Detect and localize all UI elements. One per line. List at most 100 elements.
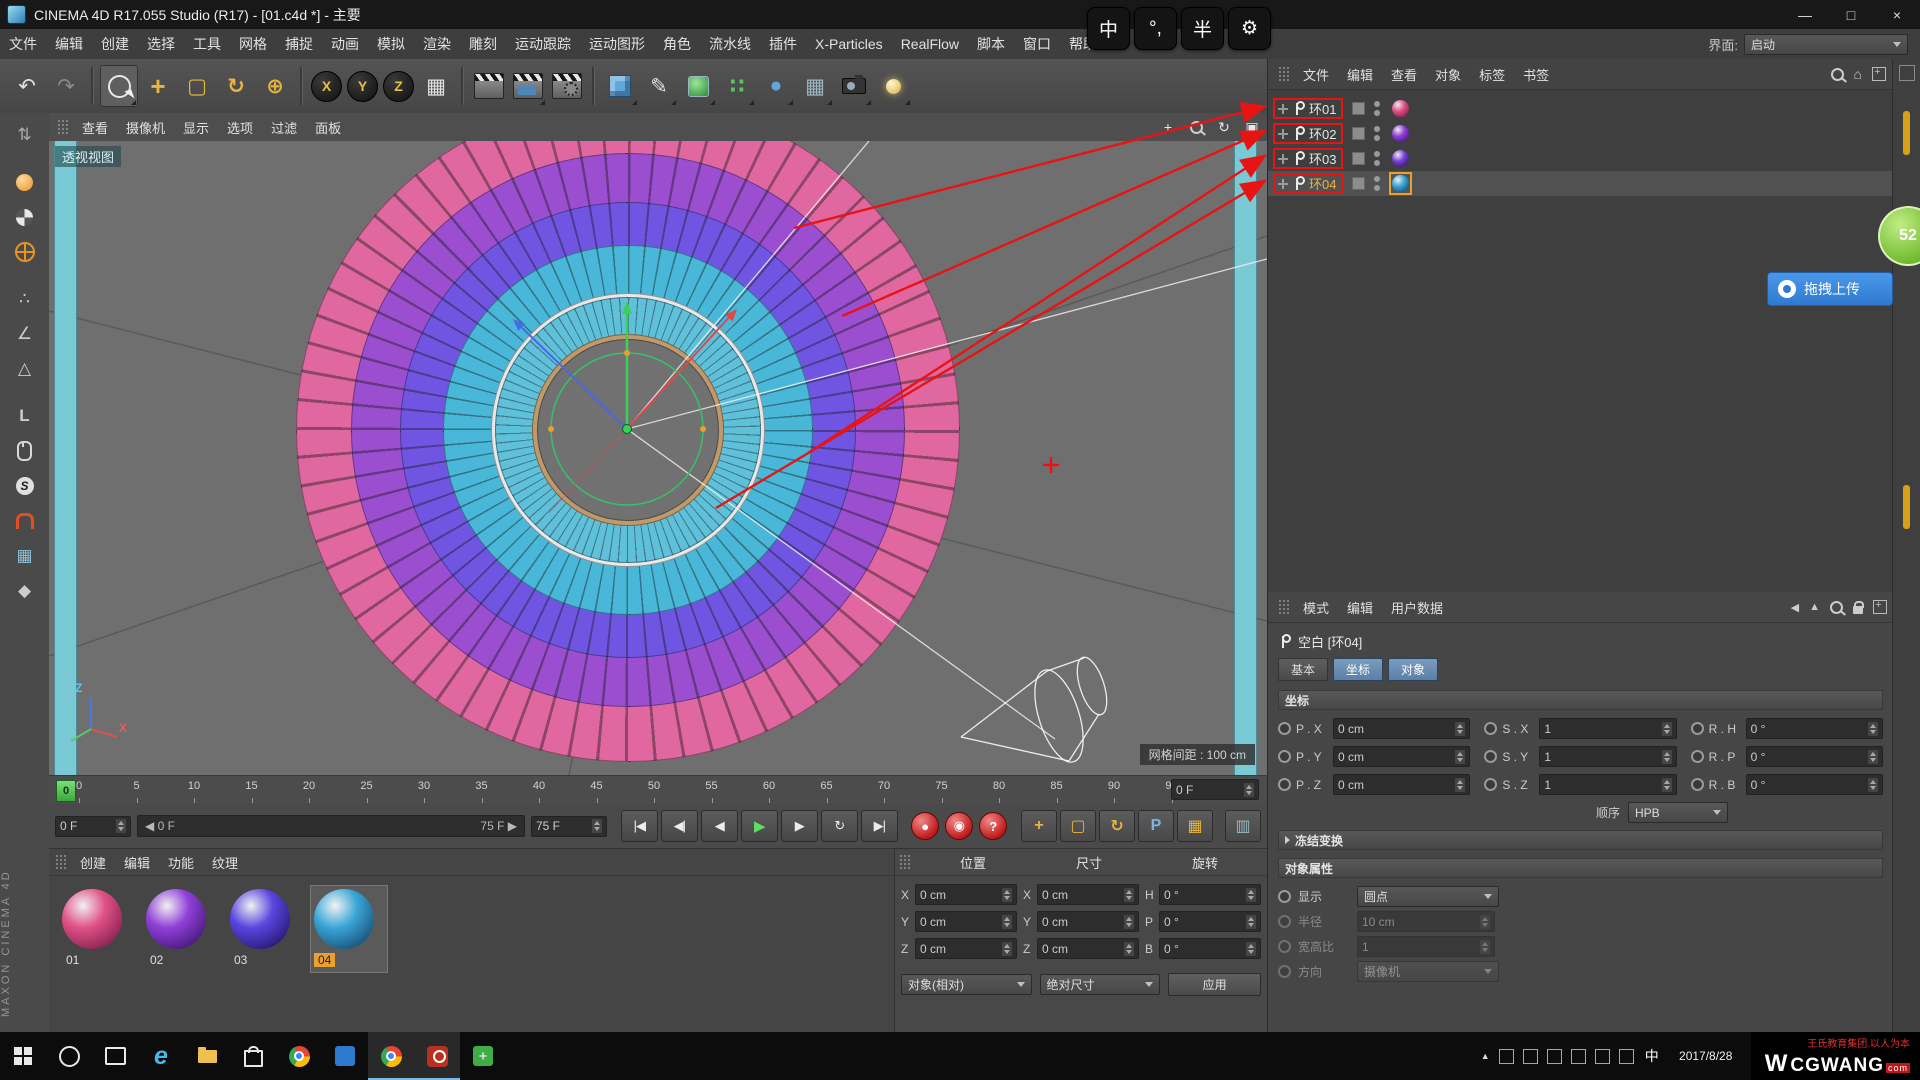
attr-coord-field[interactable]: S . X1 [1484, 718, 1676, 739]
menu-item[interactable]: RealFlow [892, 36, 968, 52]
anim-dot[interactable] [1278, 915, 1291, 928]
panel-grip[interactable] [57, 119, 69, 135]
coord-field[interactable]: Z0 cm [901, 938, 1017, 959]
object-props-header[interactable]: 对象属性 [1278, 858, 1883, 878]
attr-coord-field[interactable]: R . H0 ° [1691, 718, 1883, 739]
coord-mode-select[interactable]: 对象(相对) [901, 974, 1032, 995]
camera-icon[interactable] [835, 65, 873, 107]
coord-field[interactable]: X0 cm [901, 884, 1017, 905]
uv-mode-icon[interactable] [7, 236, 43, 268]
add-primitive-icon[interactable] [601, 65, 639, 107]
playback-button[interactable]: |◀ [621, 810, 658, 842]
time-marker[interactable]: 0 [56, 780, 76, 802]
playback-button[interactable]: ◀ [701, 810, 738, 842]
material-tag[interactable] [1391, 99, 1410, 118]
search-icon[interactable] [1831, 68, 1844, 81]
menu-item[interactable]: 网格 [230, 36, 276, 52]
viewport-filter-icon[interactable] [7, 435, 43, 467]
record-button[interactable]: ? [979, 812, 1007, 840]
menu-item[interactable]: 创建 [92, 36, 138, 52]
coordinate-system-icon[interactable]: ▦ [417, 65, 455, 107]
coord-field[interactable]: X0 cm [1023, 884, 1139, 905]
viewport-menu-item[interactable]: 面板 [306, 121, 350, 136]
material-sphere[interactable] [230, 889, 290, 949]
viewport-menu-item[interactable]: 显示 [174, 121, 218, 136]
menu-item[interactable]: 角色 [654, 36, 700, 52]
material-sphere[interactable] [146, 889, 206, 949]
subdivision-surface-icon[interactable] [679, 65, 717, 107]
object-menu-item[interactable]: 文件 [1294, 68, 1338, 83]
drag-handle-icon[interactable] [1278, 129, 1288, 139]
object-menu-item[interactable]: 编辑 [1338, 68, 1382, 83]
object-row[interactable]: 环04 [1268, 171, 1892, 196]
attr-coord-field[interactable]: R . B0 ° [1691, 774, 1883, 795]
drag-handle-icon[interactable] [1278, 104, 1288, 114]
quantize-icon[interactable]: ◆ [7, 575, 43, 607]
add-panel-icon[interactable] [1873, 600, 1887, 614]
object-menu-item[interactable]: 书签 [1514, 68, 1558, 83]
lock-y-axis-icon[interactable]: Y [347, 71, 378, 102]
coord-field[interactable]: H0 ° [1145, 884, 1261, 905]
language-indicator[interactable]: 中 [1643, 1046, 1661, 1066]
cinema4d-taskbar-icon[interactable] [414, 1032, 460, 1080]
chrome-icon[interactable] [276, 1032, 322, 1080]
live-selection-icon[interactable] [100, 65, 138, 107]
layout-tab[interactable] [1903, 485, 1910, 529]
visibility-toggles[interactable] [1374, 126, 1380, 141]
ime-button[interactable]: 中 [1087, 7, 1130, 50]
viewport-menu-item[interactable]: 选项 [218, 121, 262, 136]
workplane-icon[interactable]: ▦ [7, 540, 43, 572]
clock-date[interactable]: 2017/8/28 [1670, 1049, 1742, 1063]
prop-dropdown[interactable]: 摄像机 [1357, 961, 1499, 982]
drag-handle-icon[interactable] [1278, 154, 1288, 164]
file-explorer-icon[interactable] [184, 1032, 230, 1080]
add-panel-icon[interactable] [1872, 67, 1886, 81]
dock-icon[interactable] [1899, 65, 1915, 81]
render-settings-icon[interactable] [548, 65, 586, 107]
anim-dot[interactable] [1278, 965, 1291, 978]
last-tool-icon[interactable]: ⊕ [256, 65, 294, 107]
attribute-tab[interactable]: 坐标 [1333, 658, 1383, 681]
coord-field[interactable]: P0 ° [1145, 911, 1261, 932]
end-frame-field[interactable]: 75 F [531, 816, 607, 837]
material-tile[interactable]: 03 [227, 886, 303, 972]
panel-grip[interactable] [899, 854, 911, 870]
tray-icon[interactable] [1571, 1049, 1586, 1064]
current-frame-field[interactable]: 0 F [55, 816, 131, 837]
material-tag[interactable] [1391, 149, 1410, 168]
mograph-icon[interactable]: ∷ [718, 65, 756, 107]
material-name[interactable]: 01 [62, 953, 83, 967]
menu-item[interactable]: 运动跟踪 [506, 36, 580, 52]
toggle-view-icon[interactable]: ▣ [1243, 118, 1261, 136]
material-name[interactable]: 04 [314, 953, 335, 967]
anim-dot[interactable] [1278, 940, 1291, 953]
playback-button[interactable]: ◀| [661, 810, 698, 842]
material-menu-item[interactable]: 编辑 [115, 856, 159, 871]
edge-icon[interactable]: e [138, 1032, 184, 1080]
ime-button[interactable]: °, [1134, 7, 1177, 50]
attr-prop-row[interactable]: 宽高比 1 1 [1278, 934, 1883, 959]
material-tile[interactable]: 01 [59, 886, 135, 972]
app-icon-green[interactable]: + [460, 1032, 506, 1080]
coord-section-header[interactable]: 坐标 [1278, 690, 1883, 710]
render-view-icon[interactable] [470, 65, 508, 107]
cortana-button[interactable] [46, 1032, 92, 1080]
lock-z-axis-icon[interactable]: Z [383, 71, 414, 102]
rotate-view-icon[interactable]: ↻ [1215, 118, 1233, 136]
maximize-button[interactable]: □ [1828, 0, 1874, 29]
apply-button[interactable]: 应用 [1168, 973, 1261, 996]
playback-button[interactable]: ↻ [821, 810, 858, 842]
tray-icon[interactable] [1523, 1049, 1538, 1064]
keyframe-toggle[interactable]: ▦ [1177, 810, 1213, 842]
attr-coord-field[interactable]: S . Y1 [1484, 746, 1676, 767]
interface-select[interactable]: 启动 [1744, 34, 1908, 55]
chrome-icon-active[interactable] [368, 1032, 414, 1080]
anim-dot[interactable] [1278, 890, 1291, 903]
object-menu-item[interactable]: 查看 [1382, 68, 1426, 83]
tray-icon[interactable] [1499, 1049, 1514, 1064]
viewport[interactable]: 透视视图 网格间距 : 100 cm Z X [49, 141, 1267, 775]
drag-handle-icon[interactable] [1278, 179, 1288, 189]
light-icon[interactable] [874, 65, 912, 107]
attr-coord-field[interactable]: P . Z0 cm [1278, 774, 1470, 795]
store-icon[interactable] [230, 1032, 276, 1080]
